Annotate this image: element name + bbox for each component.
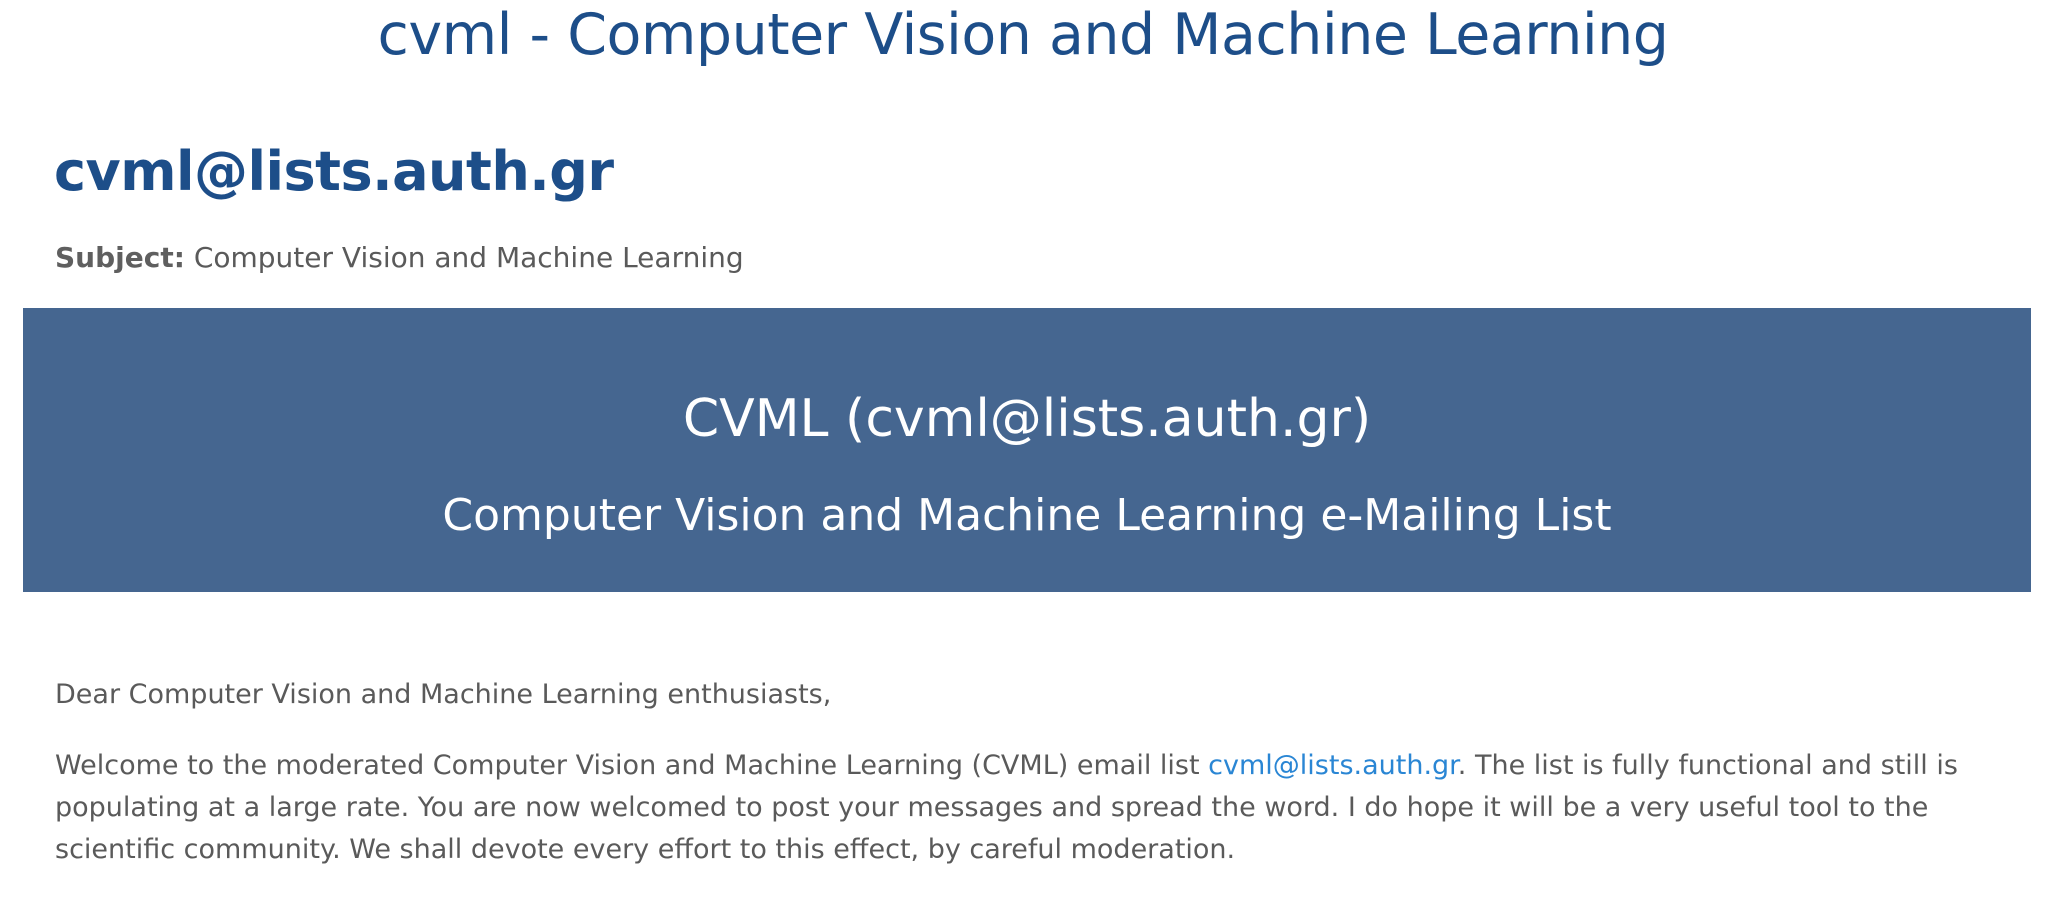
banner-subtitle: Computer Vision and Machine Learning e-M…	[442, 490, 1612, 541]
list-address-heading: cvml@lists.auth.gr	[54, 140, 614, 203]
greeting-text: Dear Computer Vision and Machine Learnin…	[55, 679, 832, 710]
list-banner: CVML (cvml@lists.auth.gr) Computer Visio…	[23, 308, 2031, 592]
list-email-link[interactable]: cvml@lists.auth.gr	[1208, 750, 1458, 781]
welcome-paragraph: Welcome to the moderated Computer Vision…	[55, 745, 2007, 871]
subject-line: Subject: Computer Vision and Machine Lea…	[55, 240, 744, 276]
subject-value: Computer Vision and Machine Learning	[193, 241, 744, 274]
subject-label: Subject:	[55, 241, 185, 274]
banner-title: CVML (cvml@lists.auth.gr)	[682, 389, 1372, 449]
page-title: cvml - Computer Vision and Machine Learn…	[377, 2, 1669, 68]
welcome-text-start: Welcome to the moderated Computer Vision…	[55, 750, 1209, 781]
